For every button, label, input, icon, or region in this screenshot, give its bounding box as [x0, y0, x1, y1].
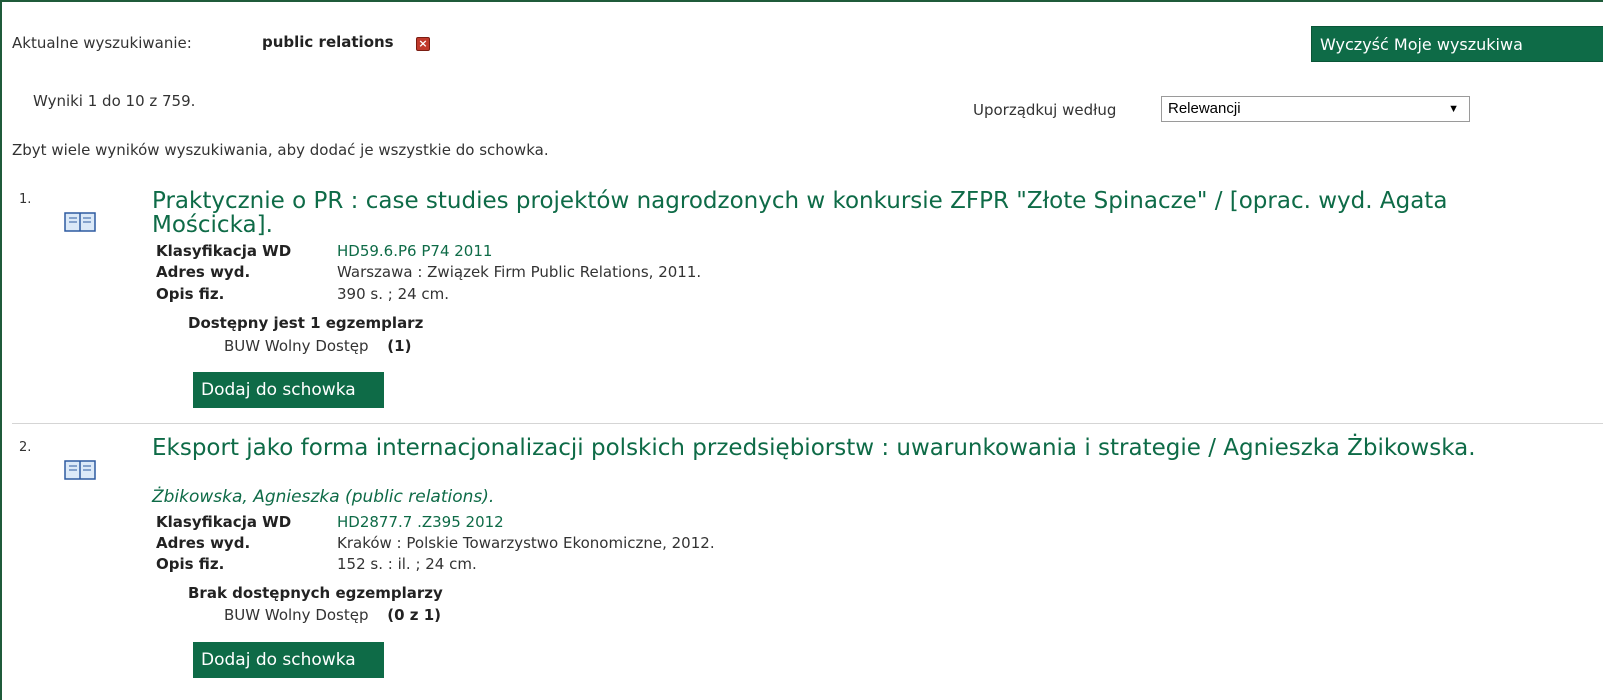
sort-selected-value: Relewancji: [1168, 100, 1241, 117]
record-number: 1.: [19, 192, 32, 207]
sort-select[interactable]: Relewancji ▼: [1161, 96, 1470, 122]
add-to-clipboard-button[interactable]: Dodaj do schowka: [193, 642, 384, 678]
record-divider: [12, 423, 1603, 424]
record-number: 2.: [19, 440, 32, 455]
availability-title: Dostępny jest 1 egzemplarz: [188, 314, 424, 332]
field-label: Klasyfikacja WD: [156, 242, 292, 260]
clear-search-button[interactable]: Wyczyść Moje wyszukiwa: [1311, 26, 1603, 62]
classification-link[interactable]: HD2877.7 .Z395 2012: [337, 513, 504, 531]
results-count: Wyniki 1 do 10 z 759.: [33, 92, 196, 110]
record-title-link[interactable]: Eksport jako forma internacjonalizacji p…: [152, 436, 1562, 460]
book-icon: [64, 212, 96, 236]
field-value: 152 s. : il. ; 24 cm.: [337, 555, 477, 573]
field-value: Warszawa : Związek Firm Public Relations…: [337, 263, 702, 281]
remove-x-icon[interactable]: ×: [416, 37, 430, 51]
availability-location: BUW Wolny Dostęp (1): [224, 337, 411, 355]
availability-title: Brak dostępnych egzemplarzy: [188, 584, 443, 602]
too-many-results-notice: Zbyt wiele wyników wyszukiwania, aby dod…: [12, 141, 549, 159]
field-label: Adres wyd.: [156, 534, 251, 552]
author-link[interactable]: Żbikowska, Agnieszka (public relations).: [152, 487, 494, 507]
sort-label: Uporządkuj według: [973, 101, 1117, 119]
location-name[interactable]: BUW Wolny Dostęp: [224, 337, 369, 355]
classification-link[interactable]: HD59.6.P6 P74 2011: [337, 242, 492, 260]
field-label: Adres wyd.: [156, 263, 251, 281]
field-label: Opis fiz.: [156, 555, 225, 573]
dropdown-arrow-icon: ▼: [1448, 103, 1459, 115]
record-title-link[interactable]: Praktycznie o PR : case studies projektó…: [152, 189, 1562, 237]
current-search-label: Aktualne wyszukiwanie:: [12, 34, 192, 52]
field-label: Opis fiz.: [156, 285, 225, 303]
availability-count: (1): [387, 337, 412, 355]
availability-location: BUW Wolny Dostęp (0 z 1): [224, 606, 441, 624]
add-to-clipboard-button[interactable]: Dodaj do schowka: [193, 372, 384, 408]
field-value: 390 s. ; 24 cm.: [337, 285, 450, 303]
book-icon: [64, 460, 96, 484]
location-name[interactable]: BUW Wolny Dostęp: [224, 606, 369, 624]
availability-count: (0 z 1): [387, 606, 442, 624]
current-search-term: public relations: [262, 33, 394, 51]
field-label: Klasyfikacja WD: [156, 513, 292, 531]
field-value: Kraków : Polskie Towarzystwo Ekonomiczne…: [337, 534, 715, 552]
